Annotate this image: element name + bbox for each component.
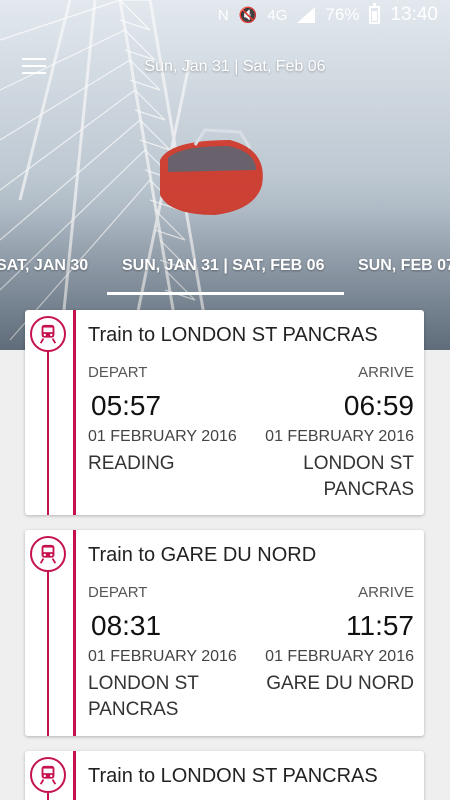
depart-time: 05:57 [91,390,162,421]
nfc-icon: N [217,6,229,24]
trip-card[interactable]: Train to LONDON ST PANCRAS [25,751,424,800]
destination-station: LONDON ST PANCRAS [303,453,414,500]
trip-title: Train to LONDON ST PANCRAS [88,765,378,787]
trip-title: Train to LONDON ST PANCRAS [88,324,378,346]
train-icon [30,536,66,572]
arrive-date: 01 FEBRUARY 2016 [265,428,414,445]
clock: 13:40 [390,4,438,25]
trip-title: Train to GARE DU NORD [88,544,317,566]
arrive-date: 01 FEBRUARY 2016 [265,648,414,665]
battery-icon [369,3,381,24]
train-icon [30,316,66,352]
tab-next-date[interactable]: SUN, FEB 07 [358,257,450,275]
header-hero [0,0,450,350]
mute-icon: 🔇 [238,7,258,24]
date-tabs: SAT, JAN 30 SUN, JAN 31 | SAT, FEB 06 SU… [0,240,450,296]
depart-date: 01 FEBRUARY 2016 [88,428,237,445]
depart-date: 01 FEBRUARY 2016 [88,648,237,665]
depart-label: DEPART [88,584,148,601]
arrive-label: ARRIVE [358,364,414,381]
tab-prev-date[interactable]: SAT, JAN 30 [0,257,88,275]
arrive-time: 11:57 [346,610,414,641]
origin-station: LONDON ST PANCRAS [88,673,199,720]
train-icon [30,757,66,793]
arrive-time: 06:59 [343,390,414,421]
trip-card[interactable]: Train to GARE DU NORD DEPART ARRIVE 08:3… [25,530,424,736]
network-type: 4G [267,6,288,24]
hero-background-image [0,0,450,350]
tab-indicator [107,292,344,295]
signal-icon [297,7,316,23]
page-title: Sun, Jan 31 | Sat, Feb 06 [144,58,326,75]
arrive-label: ARRIVE [358,584,414,601]
trip-card[interactable]: Train to LONDON ST PANCRAS DEPART ARRIVE… [25,310,424,515]
destination-station: GARE DU NORD [266,673,414,694]
tab-current-date[interactable]: SUN, JAN 31 | SAT, FEB 06 [122,257,324,275]
origin-station: READING [88,453,175,474]
status-bar: N 🔇 4G 76% 13:40 [0,0,450,30]
depart-time: 08:31 [91,610,162,641]
depart-label: DEPART [88,364,148,381]
battery-percent: 76% [325,5,360,24]
